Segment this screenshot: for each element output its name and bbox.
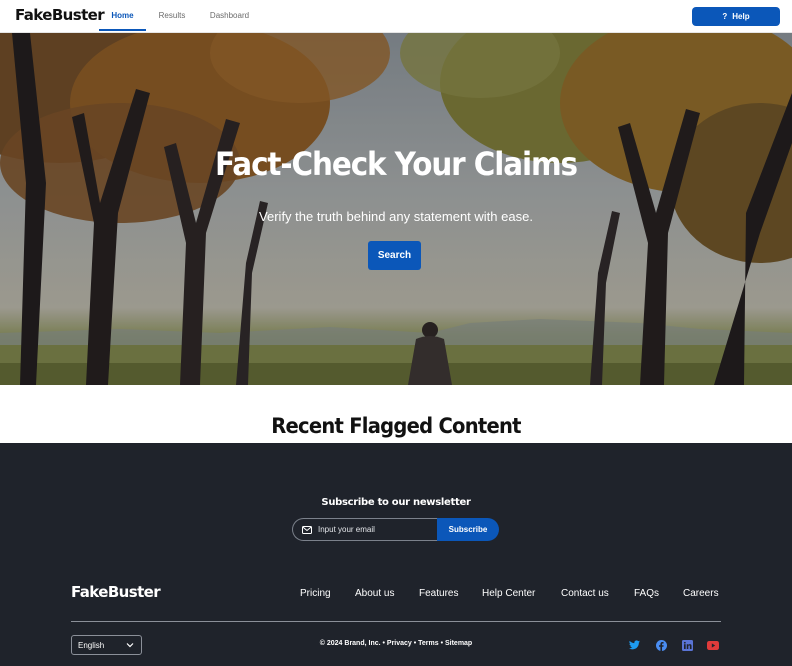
brand-logo[interactable]: FakeBuster <box>15 6 105 24</box>
search-button[interactable]: Search <box>368 241 421 270</box>
tab-dashboard[interactable]: Dashboard <box>202 0 257 31</box>
footer-link-features[interactable]: Features <box>419 588 458 599</box>
footer-link-contact-us[interactable]: Contact us <box>561 588 609 599</box>
twitter-icon[interactable] <box>628 639 640 651</box>
footer-link-faqs[interactable]: FAQs <box>634 588 659 599</box>
linkedin-icon[interactable] <box>681 639 693 651</box>
footer-brand-logo[interactable]: FakeBuster <box>71 583 161 601</box>
footer-link-about-us[interactable]: About us <box>355 588 394 599</box>
help-button-label: Help <box>732 12 750 21</box>
recent-flagged-title: Recent Flagged Content <box>271 414 521 438</box>
footer-link-pricing[interactable]: Pricing <box>300 588 331 599</box>
hero-banner: Fact-Check Your Claims Verify the truth … <box>0 33 792 385</box>
tab-home[interactable]: Home <box>99 0 146 31</box>
youtube-icon[interactable] <box>707 639 719 651</box>
help-button[interactable]: ? Help <box>692 7 780 26</box>
facebook-icon[interactable] <box>655 639 667 651</box>
footer: Subscribe to our newsletter Subscribe Fa… <box>0 443 792 666</box>
question-icon: ? <box>722 12 728 21</box>
newsletter-title: Subscribe to our newsletter <box>321 497 471 508</box>
footer-divider <box>71 621 721 622</box>
subscribe-button[interactable]: Subscribe <box>437 518 499 541</box>
newsletter-email-input[interactable] <box>318 525 428 534</box>
mail-icon <box>302 521 312 539</box>
copyright-text: © 2024 Brand, Inc. • Privacy • Terms • S… <box>319 640 473 647</box>
hero-subtitle: Verify the truth behind any statement wi… <box>259 209 533 224</box>
top-navbar: FakeBuster Home Results Dashboard ? Help <box>0 0 792 33</box>
hero-title: Fact-Check Your Claims <box>215 145 578 183</box>
footer-link-help-center[interactable]: Help Center <box>482 588 535 599</box>
footer-link-careers[interactable]: Careers <box>683 588 719 599</box>
newsletter-email-field[interactable] <box>292 518 438 541</box>
tab-results[interactable]: Results <box>150 0 194 31</box>
